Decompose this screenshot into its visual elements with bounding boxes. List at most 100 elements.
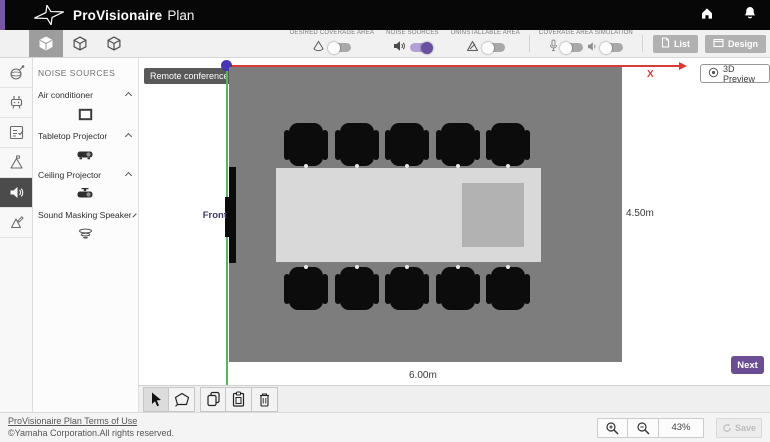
plan-tabs bbox=[29, 30, 131, 57]
chair[interactable] bbox=[284, 122, 328, 167]
simulation-mic-toggle[interactable] bbox=[561, 43, 583, 52]
chair[interactable] bbox=[436, 122, 480, 167]
uninstallable-area-icon bbox=[8, 214, 25, 231]
trash-icon bbox=[258, 392, 271, 407]
uninstallable-area-group: UNINSTALLABLE AREA bbox=[445, 30, 526, 57]
edit-tools-bar bbox=[139, 385, 770, 412]
table-inset-panel[interactable] bbox=[462, 183, 524, 247]
brand-accent-strip bbox=[0, 0, 5, 30]
item-label: Air conditioner bbox=[38, 90, 124, 100]
sidebar-item-room[interactable] bbox=[0, 58, 32, 88]
select-tool-button[interactable] bbox=[143, 387, 169, 412]
toolbar-divider bbox=[529, 35, 530, 52]
paste-button[interactable] bbox=[226, 387, 252, 412]
layer-toggles: DESIRED COVERAGE AREA NOISE SOURCES bbox=[284, 30, 770, 57]
sidebar-item-checklist[interactable] bbox=[0, 118, 32, 148]
next-button-label: Next bbox=[737, 360, 758, 371]
home-icon[interactable] bbox=[700, 6, 714, 24]
brand-name: ProVisionaire bbox=[73, 8, 162, 23]
sidebar-item-noise-sources[interactable] bbox=[0, 178, 32, 208]
floor-plan-canvas[interactable]: Remote conference room X bbox=[139, 58, 770, 385]
chair[interactable] bbox=[385, 122, 429, 167]
noise-sources-group: NOISE SOURCES bbox=[380, 30, 445, 57]
chair[interactable] bbox=[385, 266, 429, 311]
sidebar-item-uninstallable-area[interactable] bbox=[0, 208, 32, 238]
list-button[interactable]: List bbox=[653, 35, 698, 53]
toolbar-divider bbox=[642, 35, 643, 52]
chair[interactable] bbox=[486, 266, 530, 311]
zoom-level-value: 43% bbox=[659, 418, 704, 438]
noise-sources-toggle[interactable] bbox=[410, 43, 432, 52]
tab-plan-1[interactable] bbox=[29, 30, 63, 57]
ceiling-projector-icon[interactable] bbox=[33, 188, 138, 200]
chair[interactable] bbox=[284, 266, 328, 311]
next-button[interactable]: Next bbox=[731, 356, 764, 374]
coverage-area-simulation-label: COVERAGE AREA SIMULATION bbox=[539, 30, 633, 36]
sidebar-item-coverage-area[interactable] bbox=[0, 148, 32, 178]
uninstallable-area-toggle[interactable] bbox=[483, 43, 505, 52]
top-bar: ProVisionaire Plan bbox=[0, 0, 770, 30]
save-button[interactable]: Save bbox=[716, 418, 762, 438]
chair[interactable] bbox=[486, 122, 530, 167]
save-button-label: Save bbox=[735, 423, 756, 433]
uninstallable-area-label: UNINSTALLABLE AREA bbox=[451, 30, 520, 36]
preview-eye-icon bbox=[708, 67, 719, 80]
footer-bar: ProVisionaire Plan Terms of Use ©Yamaha … bbox=[0, 412, 770, 442]
zoom-out-button[interactable] bbox=[628, 418, 659, 438]
checklist-icon bbox=[8, 124, 25, 141]
desired-coverage-area-toggle[interactable] bbox=[329, 43, 351, 52]
room-rectangle[interactable] bbox=[229, 67, 622, 362]
copy-icon bbox=[206, 391, 221, 407]
desired-coverage-area-group: DESIRED COVERAGE AREA bbox=[284, 30, 380, 57]
tool-sidebar bbox=[0, 58, 33, 412]
chevron-up-icon[interactable] bbox=[132, 213, 136, 217]
delete-button[interactable] bbox=[252, 387, 278, 412]
app-logo: ProVisionaire Plan bbox=[34, 5, 194, 25]
equipment-icon bbox=[8, 94, 25, 111]
desired-coverage-area-label: DESIRED COVERAGE AREA bbox=[290, 30, 374, 36]
sidebar-item-equipment[interactable] bbox=[0, 88, 32, 118]
front-label: Front bbox=[197, 210, 227, 221]
tabletop-projector-icon[interactable] bbox=[33, 149, 138, 160]
chair[interactable] bbox=[436, 266, 480, 311]
preview-button-label: 3D Preview bbox=[723, 64, 762, 84]
zoom-out-icon bbox=[636, 421, 650, 435]
tab-plan-3[interactable] bbox=[97, 30, 131, 57]
copyright-text: ©Yamaha Corporation.All rights reserved. bbox=[8, 428, 174, 440]
view-toolbar: DESIRED COVERAGE AREA NOISE SOURCES bbox=[0, 30, 770, 58]
zoom-in-button[interactable] bbox=[597, 418, 628, 438]
noise-sources-panel: NOISE SOURCES Air conditioner Tabletop P… bbox=[33, 58, 139, 412]
item-label: Tabletop Projector bbox=[38, 131, 124, 141]
draw-area-tool-button[interactable] bbox=[169, 387, 195, 412]
chevron-up-icon[interactable] bbox=[125, 132, 132, 139]
room-width-dimension: 6.00m bbox=[409, 370, 437, 381]
lasso-icon bbox=[174, 392, 190, 407]
3d-preview-button[interactable]: 3D Preview bbox=[700, 64, 770, 83]
item-label: Ceiling Projector bbox=[38, 170, 124, 180]
small-speaker-icon bbox=[587, 39, 598, 57]
front-display[interactable] bbox=[229, 167, 236, 263]
tab-plan-2[interactable] bbox=[63, 30, 97, 57]
paste-icon bbox=[231, 391, 246, 407]
terms-of-use-link[interactable]: ProVisionaire Plan Terms of Use bbox=[8, 416, 174, 428]
noise-sources-speaker-icon bbox=[8, 184, 25, 201]
chevron-up-icon[interactable] bbox=[125, 91, 132, 98]
list-item-ceiling-projector: Ceiling Projector bbox=[33, 170, 138, 200]
chevron-up-icon[interactable] bbox=[125, 171, 132, 178]
design-window-icon bbox=[713, 38, 724, 50]
sound-masking-speaker-icon[interactable] bbox=[33, 228, 138, 240]
bell-icon[interactable] bbox=[744, 6, 756, 25]
design-button[interactable]: Design bbox=[705, 35, 766, 53]
mic-icon bbox=[549, 39, 558, 57]
list-item-sound-masking-speaker: Sound Masking Speaker bbox=[33, 210, 138, 240]
cursor-icon bbox=[149, 391, 164, 407]
chair[interactable] bbox=[335, 266, 379, 311]
chair[interactable] bbox=[335, 122, 379, 167]
speaker-icon bbox=[393, 39, 406, 57]
x-axis-label: X bbox=[647, 69, 654, 80]
panel-title: NOISE SOURCES bbox=[38, 68, 138, 78]
air-conditioner-icon[interactable] bbox=[33, 108, 138, 121]
conference-table[interactable] bbox=[276, 168, 541, 262]
simulation-speaker-toggle[interactable] bbox=[601, 43, 623, 52]
copy-button[interactable] bbox=[200, 387, 226, 412]
